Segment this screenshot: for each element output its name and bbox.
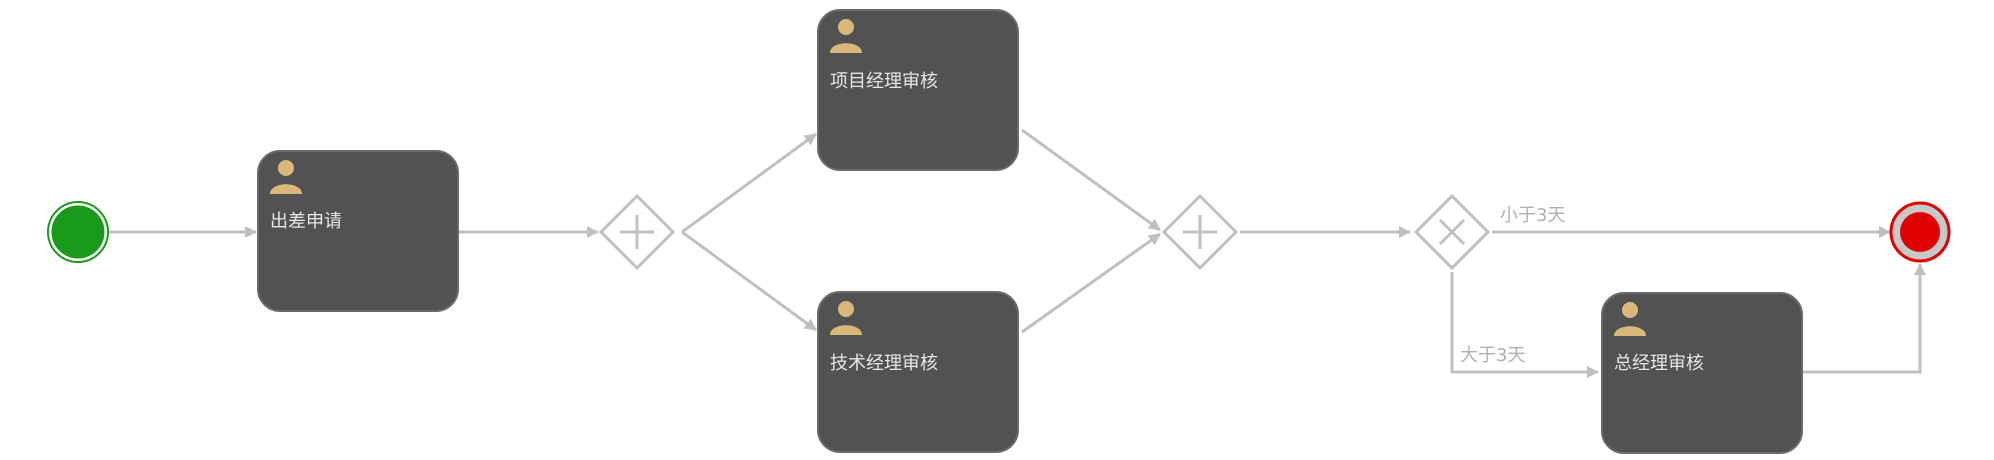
task-tech-review[interactable]: 技术经理审核 bbox=[817, 291, 1019, 453]
flow-tech-to-join[interactable] bbox=[1021, 232, 1161, 334]
start-event[interactable] bbox=[47, 201, 109, 263]
task-label: 技术经理审核 bbox=[830, 353, 938, 374]
flow-split-to-pm[interactable] bbox=[681, 132, 817, 234]
task-label: 总经理审核 bbox=[1614, 353, 1704, 374]
parallel-gateway-join[interactable] bbox=[1161, 193, 1239, 271]
end-event[interactable] bbox=[1889, 201, 1951, 263]
parallel-gateway-split[interactable] bbox=[598, 193, 676, 271]
flow-gm-to-end[interactable] bbox=[1802, 263, 1926, 374]
flow-label-less-than-3: 小于3天 bbox=[1500, 205, 1565, 226]
flow-pm-to-join[interactable] bbox=[1021, 128, 1161, 232]
task-label: 出差申请 bbox=[270, 211, 342, 232]
bpmn-diagram: 小于3天 大于3天 出差申请 项目经理审核 技术经理审核 总经理审核 bbox=[47, 9, 1951, 454]
exclusive-gateway[interactable] bbox=[1413, 193, 1491, 271]
flow-split-to-tech[interactable] bbox=[681, 230, 817, 332]
task-pm-review[interactable]: 项目经理审核 bbox=[817, 9, 1019, 171]
task-gm-review[interactable]: 总经理审核 bbox=[1601, 292, 1803, 454]
task-apply[interactable]: 出差申请 bbox=[257, 150, 459, 312]
flow-label-more-than-3: 大于3天 bbox=[1460, 345, 1525, 366]
task-label: 项目经理审核 bbox=[830, 71, 938, 92]
